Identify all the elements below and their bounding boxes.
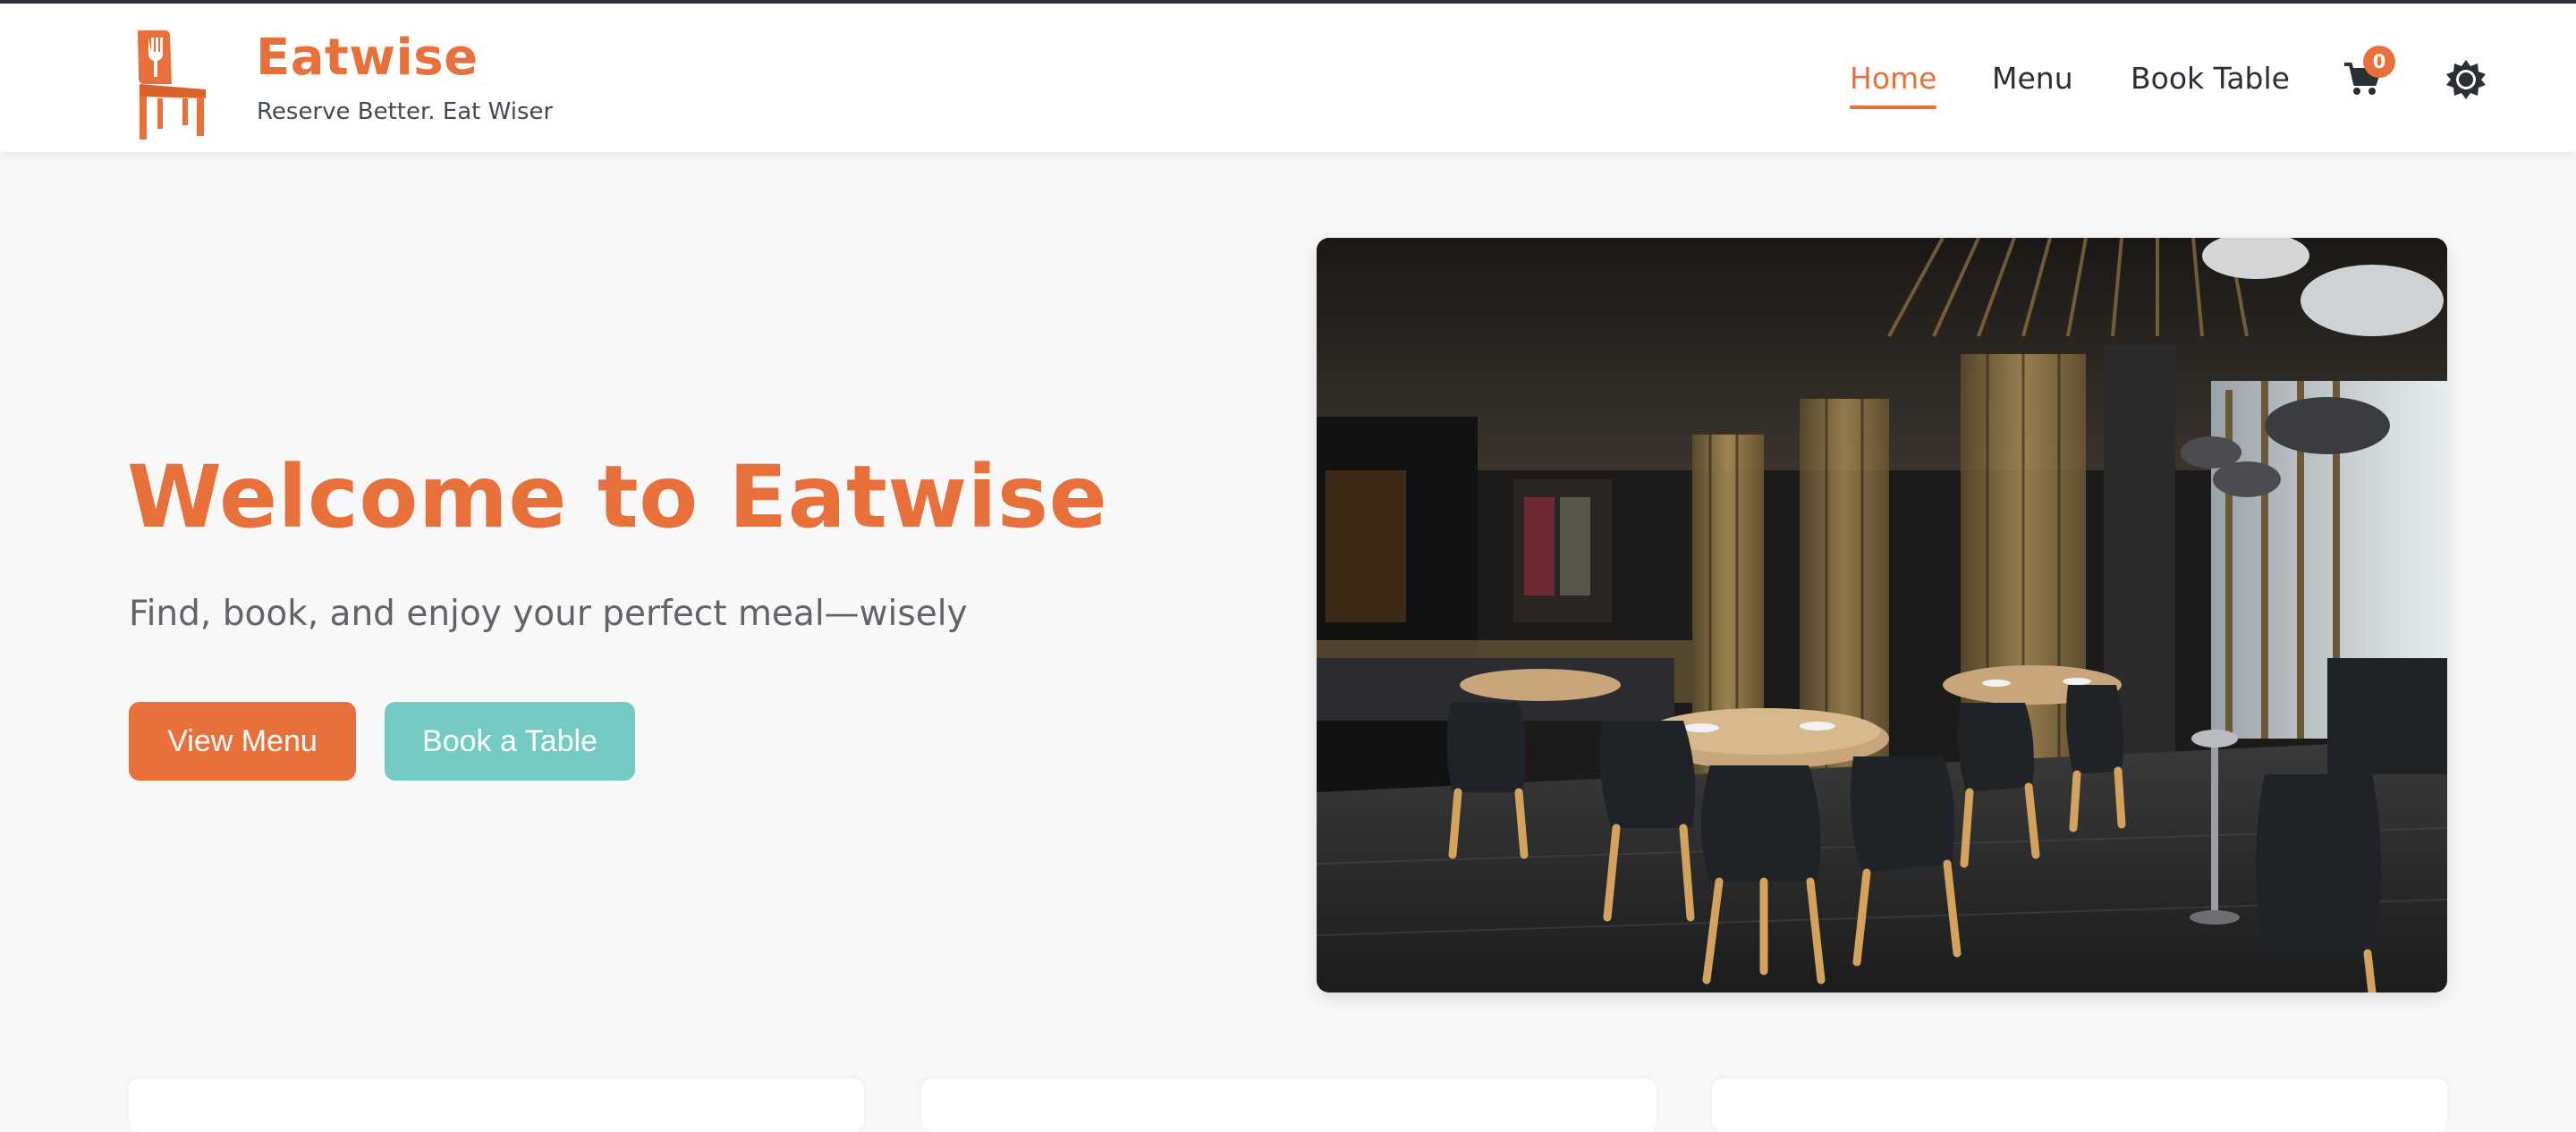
brand-tagline: Reserve Better. Eat Wiser: [257, 98, 554, 125]
nav-home[interactable]: Home: [1850, 61, 1937, 109]
book-table-button[interactable]: Book a Table: [385, 702, 635, 781]
hero-restaurant-image: [1317, 238, 2447, 993]
site-header: Eatwise Reserve Better. Eat Wiser Home M…: [0, 4, 2576, 152]
feature-card: [921, 1078, 1657, 1132]
chair-fork-icon: [138, 30, 206, 139]
hero-subtitle: Find, book, and enjoy your perfect meal—…: [129, 594, 968, 634]
feature-card: [1712, 1078, 2447, 1132]
brand-name: Eatwise: [256, 29, 479, 87]
feature-card: [129, 1078, 864, 1132]
view-menu-button[interactable]: View Menu: [129, 702, 356, 781]
nav-book-table[interactable]: Book Table: [2131, 61, 2290, 96]
hero-title: Welcome to Eatwise: [127, 447, 1108, 547]
cart-count-badge: 0: [2363, 46, 2395, 78]
sun-gear-icon[interactable]: [2445, 59, 2487, 100]
nav-menu[interactable]: Menu: [1992, 61, 2073, 96]
